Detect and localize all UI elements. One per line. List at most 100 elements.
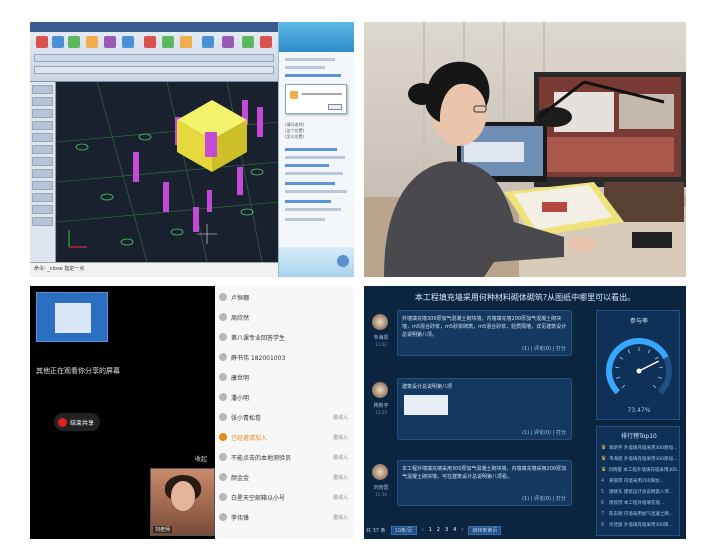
prev-page-icon[interactable]: ‹ xyxy=(422,527,424,533)
side-tool[interactable] xyxy=(32,193,53,202)
alert-dialog[interactable] xyxy=(285,84,347,114)
participant-row[interactable]: 康世明 xyxy=(215,370,354,384)
side-tool[interactable] xyxy=(32,133,53,142)
ranking-row[interactable]: ♛ 蒋新宇 外墙填充墙采用300厚加... xyxy=(601,443,679,452)
per-page-select[interactable]: 10条/页 xyxy=(390,525,417,535)
participant-row[interactable]: 卢恒棚 xyxy=(215,290,354,304)
tool-button-icon[interactable] xyxy=(122,36,134,48)
stop-share-button[interactable]: 结束共享 xyxy=(54,413,100,431)
tool-button-icon[interactable] xyxy=(86,36,98,48)
gauge-tick xyxy=(619,356,624,360)
ranking-row[interactable]: ♛ 刘晓雷 本工程外墙填充墙采用300... xyxy=(601,465,679,474)
gauge-title: 参与率 xyxy=(629,318,648,325)
ranking-row[interactable]: 7 陈东明 内墙采用加气混凝土砌... xyxy=(601,509,679,518)
participant-row[interactable]: 薛书伟 182001003 xyxy=(215,350,354,364)
tool-button-icon[interactable] xyxy=(36,36,48,48)
chat-line xyxy=(285,208,341,211)
dialog-ok-button[interactable] xyxy=(328,104,342,110)
cad-command-line[interactable]: 命令: _close 指定一点 xyxy=(30,262,278,277)
page-link[interactable]: 3 xyxy=(445,527,448,533)
participant-name: 第八课专业回答学生 xyxy=(231,334,286,342)
side-tool[interactable] xyxy=(32,157,53,166)
side-tool[interactable] xyxy=(32,145,53,154)
chat-line xyxy=(285,182,335,185)
answer-card: 蒋新宇 11:33 建筑设计总说明第八项 (1) | 评论(0) | 打分 xyxy=(370,378,590,440)
tool-button-icon[interactable] xyxy=(202,36,214,48)
answer-actions[interactable]: (1) | 评论(0) | 打分 xyxy=(522,495,566,502)
participant-row[interactable]: 第八课专业回答学生 xyxy=(215,330,354,344)
tool-button-icon[interactable] xyxy=(68,36,80,48)
answer-actions[interactable]: (1) | 评论(0) | 打分 xyxy=(522,345,566,352)
participant-row[interactable]: 不能点击的本地测验员 邀请入 xyxy=(215,450,354,464)
goto-page-button[interactable]: 跳转到第页 xyxy=(468,525,502,535)
participant-row[interactable]: 周欣然 xyxy=(215,310,354,324)
shared-screen-thumbnail[interactable] xyxy=(36,292,108,342)
side-tool[interactable] xyxy=(32,205,53,214)
page-link[interactable]: 4 xyxy=(453,527,456,533)
participant-row[interactable]: 白星天空邮箱以小号 邀请入 xyxy=(215,490,354,504)
teacher-photo-panel xyxy=(364,22,686,277)
answer-actions[interactable]: (1) | 评论(0) | 打分 xyxy=(522,429,566,436)
total-count: 共 37 条 xyxy=(366,527,386,534)
tool-button-icon[interactable] xyxy=(260,36,272,48)
cad-left-toolbar xyxy=(30,82,56,262)
side-tool[interactable] xyxy=(32,121,53,130)
page-link[interactable]: 2 xyxy=(437,527,440,533)
chat-line xyxy=(285,156,345,159)
cad-ribbon-toolbar xyxy=(30,22,278,82)
side-tool[interactable] xyxy=(32,97,53,106)
avatar xyxy=(219,393,227,401)
tool-button-icon[interactable] xyxy=(144,36,156,48)
side-tool[interactable] xyxy=(32,109,53,118)
tool-button-icon[interactable] xyxy=(180,36,192,48)
ranking-row[interactable]: 6 周欣然 本工程外墙填充墙... xyxy=(601,498,679,507)
webcam-face xyxy=(171,481,195,511)
chat-line xyxy=(285,74,341,77)
gauge-value-label: 73.47% xyxy=(627,407,651,414)
tool-button-icon[interactable] xyxy=(162,36,174,48)
webcam-view: 刘老师 xyxy=(150,468,215,536)
student-name: 蒋新宇 xyxy=(373,403,389,409)
chat-input-area[interactable] xyxy=(279,247,354,277)
page-link[interactable]: 1 xyxy=(429,527,432,533)
ranking-entry-text: 黄丽萍 内墙采用200厚加... xyxy=(609,478,664,484)
answer-feed: 韦海恩 11:32 外墙填充墙300厚加气混凝土砌块墙，内墙填充墙200厚加气混… xyxy=(370,310,590,520)
answer-card: 韦海恩 11:32 外墙填充墙300厚加气混凝土砌块墙，内墙填充墙200厚加气混… xyxy=(370,310,590,360)
answer-image-thumbnail[interactable] xyxy=(404,395,448,415)
ranking-row[interactable]: 5 谢晓东 建筑设计总说明第八项... xyxy=(601,487,679,496)
tool-button-icon[interactable] xyxy=(104,36,116,48)
participant-tag: 邀请入 xyxy=(332,454,348,461)
participant-row[interactable]: 颜金金 邀请入 xyxy=(215,470,354,484)
answer-card: 刘晓雷 11:34 本工程外墙填充墙采用300厚加气混凝土砌块墙，内墙填充墙采用… xyxy=(370,460,590,510)
side-tool[interactable] xyxy=(32,181,53,190)
participant-name: 张小青松卷 xyxy=(231,414,262,422)
student-name: 韦海恩 xyxy=(373,335,389,341)
tool-button-icon[interactable] xyxy=(52,36,64,48)
side-tool[interactable] xyxy=(32,169,53,178)
gauge-needle xyxy=(638,360,660,372)
ranking-row[interactable]: 8 许佳丽 外墙填充墙采用300厚... xyxy=(601,520,679,529)
answer-text: 本工程外墙填充墙采用300厚加气混凝土砌块墙，内墙填充墙采用200厚加气混凝土砌… xyxy=(402,466,567,480)
tool-button-icon[interactable] xyxy=(242,36,254,48)
avatar xyxy=(372,314,388,330)
chat-send-icon[interactable] xyxy=(337,255,349,267)
side-tool[interactable] xyxy=(32,217,53,226)
collapse-toggle[interactable]: 收起 xyxy=(195,454,207,463)
participant-row[interactable]: 张小青松卷 邀请入 xyxy=(215,410,354,424)
ranking-row[interactable]: ♛ 韦海恩 外墙填充墙采用300厚加... xyxy=(601,454,679,463)
tool-button-icon[interactable] xyxy=(222,36,234,48)
avatar xyxy=(219,493,227,501)
next-page-icon[interactable]: › xyxy=(461,527,463,533)
participant-row[interactable]: 已经邀请加入 邀请入 xyxy=(215,430,354,444)
gauge-tick xyxy=(658,366,663,369)
cad-title-bar xyxy=(30,22,278,32)
side-tool[interactable] xyxy=(32,85,53,94)
participant-row[interactable]: 潘小明 xyxy=(215,390,354,404)
avatar xyxy=(219,433,227,441)
gauge-hub xyxy=(636,368,642,374)
participant-name: 潘小明 xyxy=(231,394,250,402)
gauge-tick xyxy=(647,349,651,354)
ranking-row[interactable]: 4 黄丽萍 内墙采用200厚加... xyxy=(601,476,679,485)
cad-3d-viewport[interactable] xyxy=(56,81,279,263)
participant-row[interactable]: 李伟锋 邀请入 xyxy=(215,510,354,524)
